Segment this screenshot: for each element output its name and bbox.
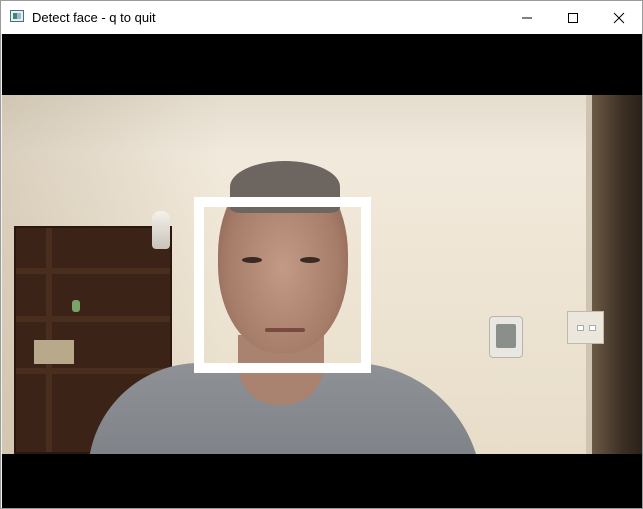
camera-frame — [2, 95, 642, 454]
title-bar[interactable]: Detect face - q to quit — [1, 1, 642, 34]
maximize-icon — [568, 12, 578, 23]
shelf-box — [34, 340, 74, 364]
minimize-button[interactable] — [504, 1, 550, 34]
maximize-button[interactable] — [550, 1, 596, 34]
shelf-object — [72, 300, 80, 312]
dark-doorway — [592, 95, 642, 454]
close-icon — [613, 12, 625, 23]
vase — [152, 211, 170, 249]
face-detection-box — [194, 197, 371, 373]
minimize-icon — [522, 17, 532, 18]
thermostat — [489, 316, 523, 358]
close-button[interactable] — [596, 1, 642, 34]
app-window: Detect face - q to quit — [0, 0, 643, 509]
app-icon — [10, 10, 24, 22]
light-switch — [567, 311, 604, 344]
video-viewport — [2, 34, 642, 508]
window-title: Detect face - q to quit — [32, 10, 156, 25]
